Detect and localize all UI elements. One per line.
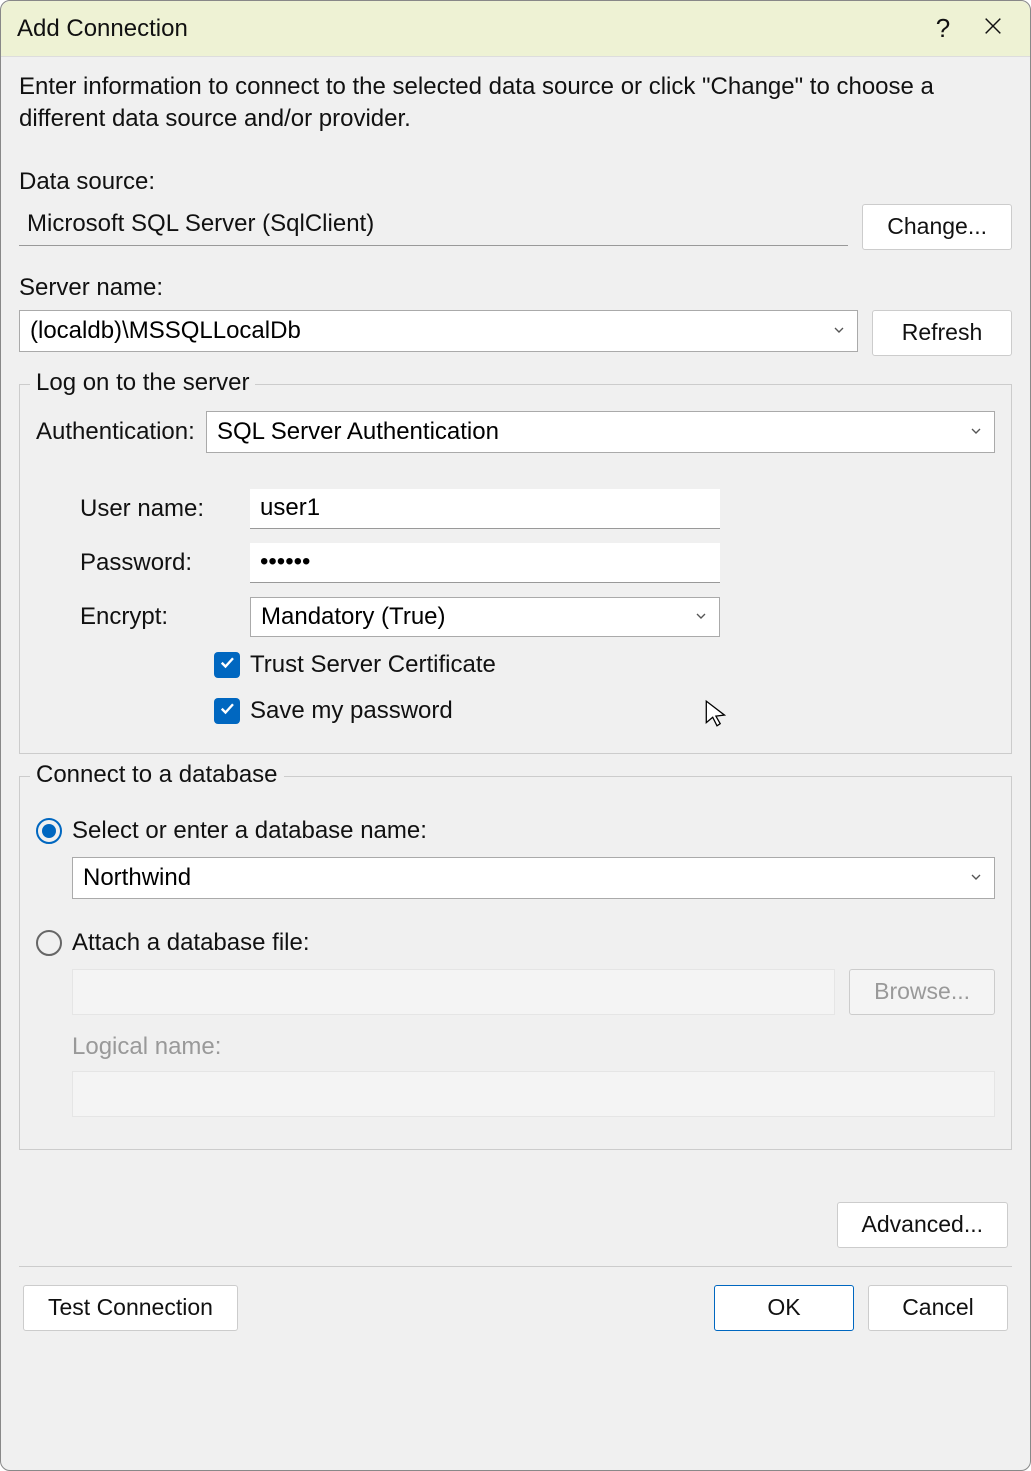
database-name-value: Northwind (83, 864, 968, 892)
select-database-label: Select or enter a database name: (72, 817, 427, 845)
data-source-label: Data source: (19, 168, 1012, 196)
encrypt-label: Encrypt: (80, 603, 250, 631)
server-name-label: Server name: (19, 274, 1012, 302)
encrypt-combo[interactable]: Mandatory (True) (250, 597, 720, 637)
ok-button[interactable]: OK (714, 1285, 854, 1331)
change-button[interactable]: Change... (862, 204, 1012, 250)
save-password-checkbox[interactable] (214, 698, 240, 724)
refresh-button[interactable]: Refresh (872, 310, 1012, 356)
chevron-down-icon (693, 603, 709, 631)
chevron-down-icon (968, 418, 984, 446)
intro-text: Enter information to connect to the sele… (19, 71, 1012, 136)
dialog-footer: Test Connection OK Cancel (19, 1285, 1012, 1349)
attach-database-radio[interactable] (36, 930, 62, 956)
advanced-button[interactable]: Advanced... (837, 1202, 1008, 1248)
data-source-field (19, 204, 848, 246)
chevron-down-icon (968, 864, 984, 892)
server-name-combo[interactable]: (localdb)\MSSQLLocalDb (19, 310, 858, 352)
database-legend: Connect to a database (30, 761, 284, 789)
dialog-title: Add Connection (17, 15, 918, 43)
password-input[interactable] (250, 543, 720, 583)
logical-name-label: Logical name: (72, 1033, 995, 1061)
database-group: Connect to a database Select or enter a … (19, 776, 1012, 1150)
close-icon (982, 13, 1004, 44)
database-name-combo[interactable]: Northwind (72, 857, 995, 899)
trust-certificate-checkbox[interactable] (214, 652, 240, 678)
attach-file-input (72, 969, 835, 1015)
logon-legend: Log on to the server (30, 369, 255, 397)
save-password-label: Save my password (250, 697, 453, 725)
select-database-radio[interactable] (36, 818, 62, 844)
username-input[interactable] (250, 489, 720, 529)
chevron-down-icon (831, 317, 847, 345)
authentication-combo[interactable]: SQL Server Authentication (206, 411, 995, 453)
logon-group: Log on to the server Authentication: SQL… (19, 384, 1012, 754)
authentication-label: Authentication: (36, 418, 206, 446)
check-icon (218, 699, 236, 722)
browse-button[interactable]: Browse... (849, 969, 995, 1015)
trust-certificate-label: Trust Server Certificate (250, 651, 496, 679)
logical-name-input (72, 1071, 995, 1117)
password-label: Password: (80, 549, 250, 577)
test-connection-button[interactable]: Test Connection (23, 1285, 238, 1331)
close-button[interactable] (968, 9, 1018, 49)
separator (19, 1266, 1012, 1267)
add-connection-dialog: Add Connection ? Enter information to co… (0, 0, 1031, 1471)
username-label: User name: (80, 495, 250, 523)
check-icon (218, 653, 236, 676)
server-name-value: (localdb)\MSSQLLocalDb (30, 317, 831, 345)
attach-database-label: Attach a database file: (72, 929, 310, 957)
encrypt-value: Mandatory (True) (261, 603, 693, 631)
authentication-value: SQL Server Authentication (217, 418, 968, 446)
cancel-button[interactable]: Cancel (868, 1285, 1008, 1331)
titlebar: Add Connection ? (1, 1, 1030, 57)
help-button[interactable]: ? (918, 9, 968, 49)
